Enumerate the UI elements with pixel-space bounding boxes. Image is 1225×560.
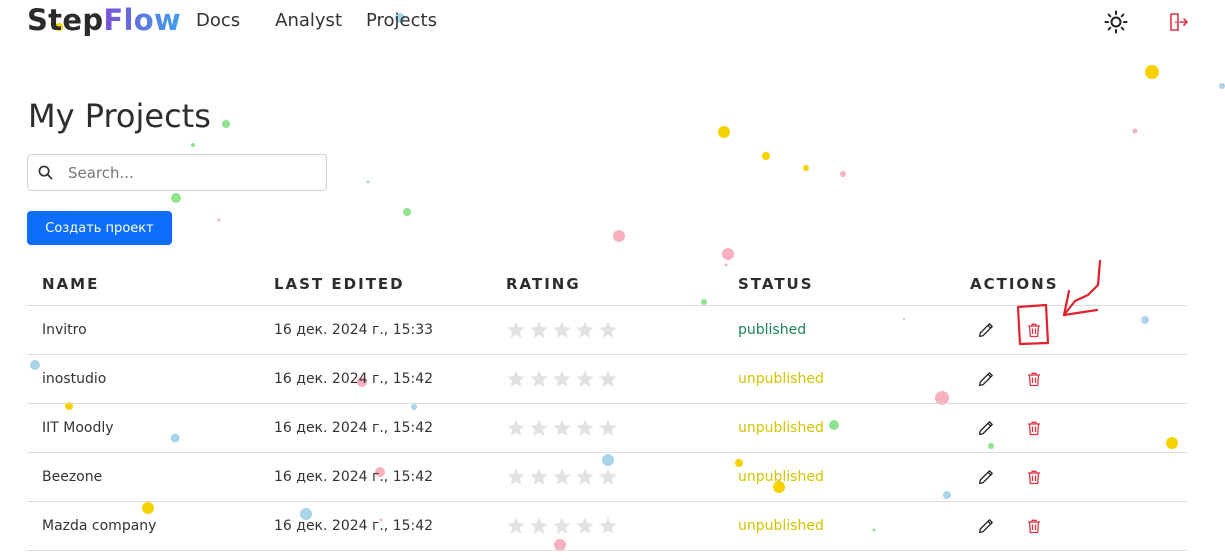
star-icon[interactable] [552, 516, 572, 536]
star-icon[interactable] [575, 516, 595, 536]
pencil-icon [978, 469, 993, 484]
nav-projects[interactable]: Projects [366, 10, 437, 31]
delete-button[interactable] [1026, 420, 1042, 436]
search-icon [38, 165, 53, 180]
search-box [27, 154, 327, 191]
star-icon[interactable] [598, 418, 618, 438]
star-icon[interactable] [598, 516, 618, 536]
brand-part-2: Flow [103, 3, 182, 37]
table-row[interactable]: IIT Moodly 16 дек. 2024 г., 15:42 unpubl… [27, 403, 1187, 453]
star-icon[interactable] [575, 369, 595, 389]
table-row[interactable]: inostudio 16 дек. 2024 г., 15:42 unpubli… [27, 354, 1187, 404]
brand-logo[interactable]: StepFlow [27, 3, 181, 37]
pencil-icon [978, 371, 993, 386]
logout-button[interactable] [1164, 9, 1190, 35]
nav-docs[interactable]: Docs [196, 10, 240, 31]
project-name[interactable]: IIT Moodly [27, 403, 259, 453]
pencil-icon [978, 420, 993, 435]
star-icon[interactable] [575, 467, 595, 487]
delete-button[interactable] [1026, 371, 1042, 387]
rating-stars[interactable] [506, 418, 723, 438]
star-icon[interactable] [552, 320, 572, 340]
trash-icon [1028, 372, 1040, 386]
delete-button[interactable] [1026, 469, 1042, 485]
star-icon[interactable] [506, 418, 526, 438]
star-icon[interactable] [529, 516, 549, 536]
project-last-edited: 16 дек. 2024 г., 15:42 [259, 501, 491, 551]
trash-icon [1028, 519, 1040, 533]
star-icon[interactable] [552, 418, 572, 438]
star-icon[interactable] [552, 467, 572, 487]
rating-stars[interactable] [506, 467, 723, 487]
column-header-rating[interactable]: RATING [491, 264, 723, 306]
rating-stars[interactable] [506, 516, 723, 536]
column-header-name[interactable]: NAME [27, 264, 259, 306]
project-last-edited: 16 дек. 2024 г., 15:42 [259, 354, 491, 404]
column-header-last-edited[interactable]: LAST EDITED [259, 264, 491, 306]
project-last-edited: 16 дек. 2024 г., 15:33 [259, 305, 491, 355]
table-row[interactable]: Beezone 16 дек. 2024 г., 15:42 unpublish… [27, 452, 1187, 502]
star-icon[interactable] [552, 369, 572, 389]
projects-table: NAME LAST EDITED RATING STATUS ACTIONS I… [27, 264, 1187, 551]
project-name[interactable]: Mazda company [27, 501, 259, 551]
project-last-edited: 16 дек. 2024 г., 15:42 [259, 403, 491, 453]
star-icon[interactable] [598, 467, 618, 487]
trash-icon [1028, 323, 1040, 337]
edit-button[interactable] [978, 322, 994, 338]
delete-button[interactable] [1026, 322, 1042, 338]
column-header-actions: ACTIONS [955, 264, 1187, 306]
trash-icon [1028, 470, 1040, 484]
logout-icon [1170, 13, 1188, 31]
star-icon[interactable] [598, 320, 618, 340]
table-row[interactable]: Mazda company 16 дек. 2024 г., 15:42 unp… [27, 501, 1187, 551]
pencil-icon [978, 518, 993, 533]
star-icon[interactable] [529, 418, 549, 438]
project-last-edited: 16 дек. 2024 г., 15:42 [259, 452, 491, 502]
star-icon[interactable] [506, 320, 526, 340]
brand-part-1: Step [27, 3, 104, 37]
table-header-row: NAME LAST EDITED RATING STATUS ACTIONS [27, 264, 1187, 306]
star-icon[interactable] [575, 320, 595, 340]
project-name[interactable]: Invitro [27, 305, 259, 355]
project-name[interactable]: Beezone [27, 452, 259, 502]
star-icon[interactable] [506, 516, 526, 536]
page-title: My Projects [28, 97, 211, 135]
edit-button[interactable] [978, 371, 994, 387]
star-icon[interactable] [598, 369, 618, 389]
project-name[interactable]: inostudio [27, 354, 259, 404]
edit-button[interactable] [978, 420, 994, 436]
project-status: unpublished [723, 452, 955, 502]
pencil-icon [978, 322, 993, 337]
create-project-button[interactable]: Создать проект [27, 211, 172, 245]
edit-button[interactable] [978, 518, 994, 534]
rating-stars[interactable] [506, 369, 723, 389]
star-icon[interactable] [506, 369, 526, 389]
star-icon[interactable] [529, 320, 549, 340]
star-icon[interactable] [529, 467, 549, 487]
project-status: unpublished [723, 403, 955, 453]
project-status: published [723, 305, 955, 355]
main-nav: Docs Analyst Projects [196, 10, 461, 31]
rating-stars[interactable] [506, 320, 723, 340]
project-status: unpublished [723, 501, 955, 551]
table-row[interactable]: Invitro 16 дек. 2024 г., 15:33 published [27, 305, 1187, 355]
star-icon[interactable] [529, 369, 549, 389]
sun-icon [1104, 10, 1128, 34]
delete-button[interactable] [1026, 518, 1042, 534]
nav-analyst[interactable]: Analyst [275, 10, 342, 31]
column-header-status[interactable]: STATUS [723, 264, 955, 306]
top-navbar: StepFlow Docs Analyst Projects [0, 0, 1225, 44]
theme-toggle-button[interactable] [1103, 9, 1129, 35]
trash-icon [1028, 421, 1040, 435]
star-icon[interactable] [575, 418, 595, 438]
search-input[interactable] [68, 155, 318, 190]
project-status: unpublished [723, 354, 955, 404]
edit-button[interactable] [978, 469, 994, 485]
star-icon[interactable] [506, 467, 526, 487]
